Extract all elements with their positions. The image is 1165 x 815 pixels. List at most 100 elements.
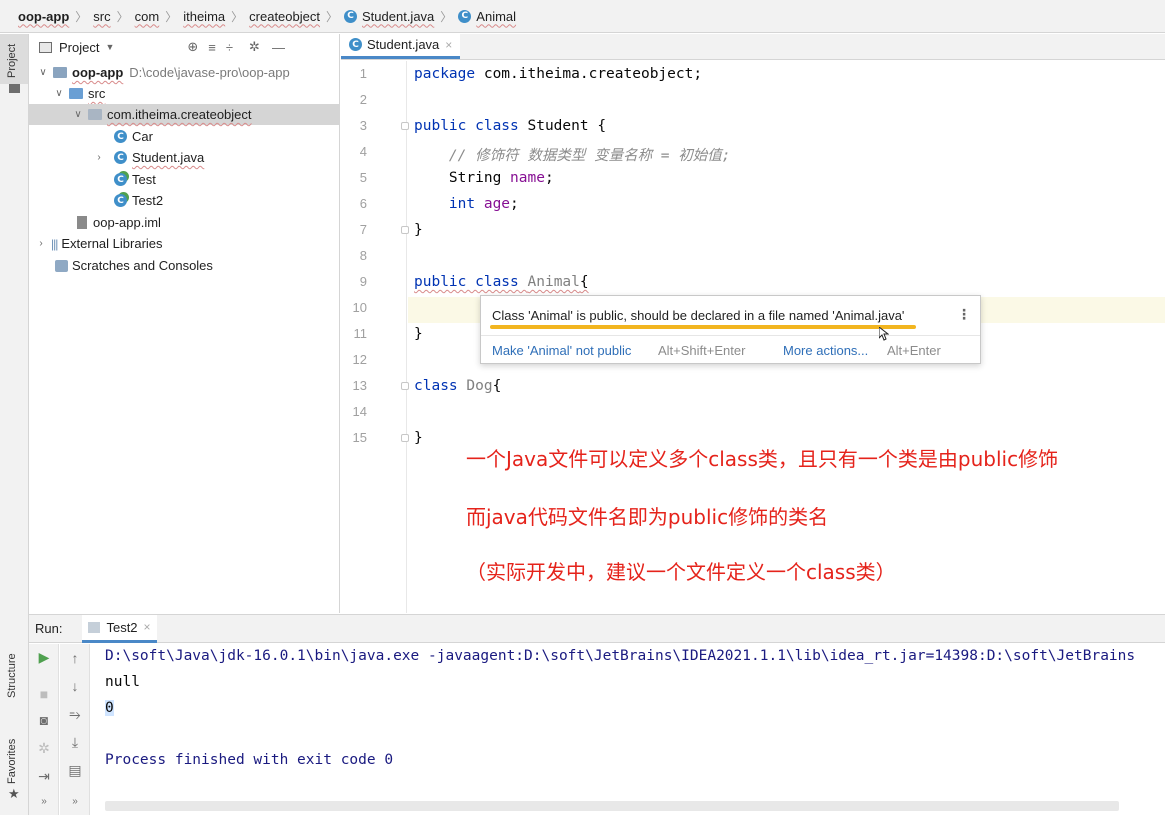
line-number: 7 bbox=[359, 222, 367, 237]
project-tool-tab-label: Project bbox=[6, 43, 18, 78]
tree-item-label: com.itheima.createobject bbox=[107, 107, 252, 122]
chevron-right-icon[interactable]: › bbox=[93, 152, 105, 163]
code-text: ; bbox=[510, 196, 519, 212]
breadcrumb-item-project[interactable]: oop-app bbox=[18, 9, 69, 24]
class-icon: C bbox=[349, 38, 362, 51]
code-line-7[interactable]: } bbox=[414, 222, 423, 238]
chevron-down-icon[interactable]: ∨ bbox=[72, 109, 84, 120]
annotation-line-3: （实际开发中，建议一个文件定义一个class类） bbox=[466, 560, 896, 584]
close-icon[interactable]: × bbox=[445, 38, 452, 52]
quick-fix-link[interactable]: Make 'Animal' not public bbox=[492, 343, 631, 358]
tree-item-iml[interactable]: oop-app.iml bbox=[29, 212, 340, 233]
project-panel-header: Project ▼ ⊕ ≡ ÷ ✲ — bbox=[29, 34, 339, 60]
package-icon bbox=[88, 109, 102, 120]
code-line-11[interactable]: } bbox=[414, 326, 423, 342]
code-line-4[interactable]: // 修饰符 数据类型 变量名称 = 初始值; bbox=[414, 144, 731, 165]
module-folder-icon bbox=[53, 67, 67, 78]
fold-marker-icon[interactable] bbox=[401, 382, 409, 390]
favorites-tool-tab-label: Favorites bbox=[6, 738, 18, 784]
more-icon[interactable]: » bbox=[29, 796, 59, 807]
expand-all-icon[interactable]: ≡ bbox=[208, 40, 216, 55]
tree-item-student[interactable]: › C Student.java bbox=[29, 147, 340, 168]
minimize-icon[interactable]: — bbox=[272, 40, 285, 55]
chevron-down-icon[interactable]: ▼ bbox=[105, 42, 114, 52]
locate-icon[interactable]: ⊕ bbox=[187, 39, 198, 55]
keyword: package bbox=[414, 66, 476, 82]
tree-item-label: src bbox=[88, 86, 106, 101]
more-icon[interactable]: » bbox=[60, 796, 90, 807]
tree-item-test[interactable]: C Test bbox=[29, 169, 340, 190]
exit-icon[interactable]: ⇥ bbox=[29, 768, 59, 785]
stop-icon[interactable]: ■ bbox=[29, 686, 59, 702]
structure-tool-tab-label: Structure bbox=[6, 653, 18, 698]
line-number: 1 bbox=[359, 66, 367, 81]
breadcrumb-item-class[interactable]: Animal bbox=[476, 9, 516, 24]
runnable-class-icon: C bbox=[114, 173, 127, 186]
breadcrumb-item-itheima[interactable]: itheima bbox=[183, 9, 225, 24]
fold-marker-icon[interactable] bbox=[401, 226, 409, 234]
fold-marker-icon[interactable] bbox=[401, 434, 409, 442]
tree-item-src[interactable]: ∨ src bbox=[29, 83, 340, 104]
chevron-down-icon[interactable]: ∨ bbox=[53, 88, 65, 99]
annotation-line-1: 一个Java文件可以定义多个class类，且只有一个类是由public修饰 bbox=[466, 447, 1059, 471]
code-line-3[interactable]: public class Student { bbox=[414, 118, 606, 134]
line-number: 4 bbox=[359, 144, 367, 159]
more-options-icon[interactable]: ⋮ bbox=[957, 306, 971, 323]
tree-item-test2[interactable]: C Test2 bbox=[29, 190, 340, 211]
breadcrumb-item-file[interactable]: Student.java bbox=[362, 9, 434, 24]
line-number: 8 bbox=[359, 248, 367, 263]
tree-item-label: Car bbox=[132, 129, 153, 144]
line-number: 11 bbox=[353, 326, 368, 341]
breadcrumb-item-createobject[interactable]: createobject bbox=[249, 9, 320, 24]
tree-item-label: External Libraries bbox=[61, 236, 163, 251]
scroll-to-end-icon[interactable]: ⤓ bbox=[60, 734, 90, 751]
close-icon[interactable]: × bbox=[144, 620, 151, 634]
tree-item-scratches[interactable]: Scratches and Consoles bbox=[29, 255, 340, 276]
tree-item-external-libraries[interactable]: › ||| External Libraries bbox=[29, 233, 340, 254]
code-line-9[interactable]: public class Animal{ bbox=[414, 274, 589, 290]
code-text: { bbox=[579, 274, 589, 290]
more-actions-link[interactable]: More actions... bbox=[783, 343, 868, 358]
class-icon: C bbox=[114, 151, 127, 164]
tree-item-project[interactable]: ∨ oop-app D:\code\javase-pro\oop-app bbox=[29, 62, 340, 83]
soft-wrap-icon[interactable]: ⥱ bbox=[60, 706, 90, 723]
camera-icon[interactable]: ◙ bbox=[29, 712, 59, 728]
inspection-message: Class 'Animal' is public, should be decl… bbox=[492, 308, 905, 323]
breadcrumb-item-com[interactable]: com bbox=[135, 9, 160, 24]
breadcrumb-separator: 〉 bbox=[165, 9, 178, 24]
code-text: Student { bbox=[518, 118, 607, 134]
code-line-6[interactable]: int age; bbox=[414, 196, 519, 212]
code-line-13[interactable]: class Dog{ bbox=[414, 378, 501, 394]
project-tool-tab[interactable]: Project bbox=[0, 34, 28, 84]
arrow-down-icon[interactable]: ↓ bbox=[60, 678, 90, 694]
breadcrumb-item-src[interactable]: src bbox=[93, 9, 110, 24]
console-output-line: 0 bbox=[105, 700, 114, 716]
chevron-right-icon[interactable]: › bbox=[35, 238, 47, 249]
code-line-5[interactable]: String name; bbox=[414, 170, 554, 186]
debug-icon[interactable]: ✲ bbox=[29, 740, 59, 757]
chevron-down-icon[interactable]: ∨ bbox=[37, 67, 49, 78]
tab-student-java[interactable]: C Student.java × bbox=[341, 33, 461, 59]
line-number: 12 bbox=[352, 352, 367, 367]
arrow-up-icon[interactable]: ↑ bbox=[60, 650, 90, 666]
run-toolbar-secondary: ↑ ↓ ⥱ ⤓ ▤ » bbox=[60, 644, 90, 815]
code-line-15[interactable]: } bbox=[414, 430, 423, 446]
fold-marker-icon[interactable] bbox=[401, 122, 409, 130]
structure-tool-tab[interactable]: Structure bbox=[0, 638, 28, 708]
project-view-title[interactable]: Project bbox=[59, 40, 99, 55]
code-line-1[interactable]: package com.itheima.createobject; bbox=[414, 66, 702, 82]
class-icon: C bbox=[458, 9, 472, 23]
gear-icon[interactable]: ✲ bbox=[249, 39, 260, 55]
rerun-icon[interactable]: ▶ bbox=[29, 649, 59, 666]
horizontal-scrollbar[interactable] bbox=[105, 801, 1119, 811]
tree-item-car[interactable]: C Car bbox=[29, 126, 340, 147]
collapse-all-icon[interactable]: ÷ bbox=[226, 40, 233, 55]
print-icon[interactable]: ▤ bbox=[60, 762, 90, 779]
highlight-underline bbox=[490, 325, 916, 329]
library-icon: ||| bbox=[51, 236, 58, 251]
console-output-line: null bbox=[105, 674, 140, 690]
breadcrumb-separator: 〉 bbox=[440, 9, 453, 24]
line-number-gutter: 1 2 3 4 5 6 7 8 9 10 11 12 13 14 15 bbox=[341, 61, 409, 613]
tab-test2[interactable]: Test2 × bbox=[82, 614, 157, 643]
tree-item-package[interactable]: ∨ com.itheima.createobject bbox=[29, 104, 340, 125]
